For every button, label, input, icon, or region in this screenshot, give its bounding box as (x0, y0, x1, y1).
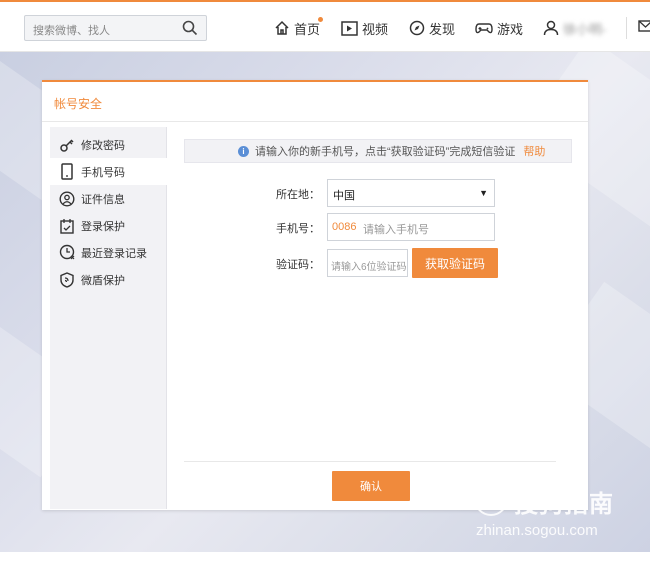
notification-dot (318, 17, 323, 22)
nav-discover[interactable]: 发现 (409, 18, 455, 38)
code-row: 验证码： 请输入6位验证码 获取验证码 (168, 248, 582, 278)
verification-code-input[interactable]: 请输入6位验证码 (327, 249, 408, 277)
sidebar-item-label: 微盾保护 (81, 274, 125, 287)
sidebar-item-login-protection[interactable]: 登录保护 (50, 212, 167, 239)
search-box[interactable]: 搜索微博、找人 (24, 15, 207, 41)
footer-divider (184, 461, 556, 462)
code-label: 验证码： (276, 259, 320, 271)
account-security-panel: 帐号安全 修改密码 手机号码 证件信息 登录保护 最近登录记录 微盾保护 i 请… (42, 80, 588, 510)
sidebar-item-change-password[interactable]: 修改密码 (50, 131, 167, 158)
nav-home-label: 首页 (294, 21, 321, 37)
sidebar-item-recent-logins[interactable]: 最近登录记录 (50, 239, 167, 266)
nav-video-label: 视频 (362, 21, 389, 37)
video-icon (341, 20, 358, 36)
id-card-icon (58, 190, 76, 208)
region-value: 中国 (333, 190, 355, 202)
region-label: 所在地： (276, 189, 320, 201)
phone-row: 手机号： 0086 请输入手机号 (168, 213, 582, 241)
sidebar-item-label: 手机号码 (81, 166, 125, 179)
sidebar-item-phone-number[interactable]: 手机号码 (50, 158, 168, 185)
watermark-logo-icon (474, 482, 508, 516)
settings-sidebar: 修改密码 手机号码 证件信息 登录保护 最近登录记录 微盾保护 (50, 127, 168, 509)
sidebar-item-label: 修改密码 (81, 139, 125, 152)
help-link[interactable]: 帮助 (523, 143, 545, 159)
get-code-button[interactable]: 获取验证码 (412, 248, 498, 278)
gamepad-icon (475, 23, 493, 34)
watermark-en: zhinan.sogou.com (476, 522, 598, 539)
phone-label: 手机号： (276, 223, 320, 235)
panel-title: 帐号安全 (54, 97, 103, 111)
home-icon (275, 20, 289, 35)
top-nav-bar: 搜索微博、找人 首页 视频 发现 游戏 徐小明- (0, 0, 650, 52)
message-icon[interactable] (638, 19, 650, 33)
calendar-check-icon (58, 217, 76, 235)
notice-text: 请输入你的新手机号，点击“获取验证码”完成短信验证 (255, 146, 516, 158)
nav-divider (626, 17, 627, 39)
sogou-watermark: 搜狗指南 zhinan.sogou.com (470, 478, 640, 548)
nav-profile[interactable]: 徐小明- (543, 18, 606, 38)
compass-icon (409, 20, 425, 36)
user-icon (543, 20, 559, 36)
dropdown-arrow-icon: ▼ (479, 188, 488, 198)
sidebar-item-label: 证件信息 (81, 193, 125, 206)
watermark-cn: 搜狗指南 (514, 491, 614, 518)
nav-discover-label: 发现 (429, 21, 456, 37)
info-icon: i (238, 145, 249, 157)
notice-bar: i 请输入你的新手机号，点击“获取验证码”完成短信验证 帮助 (184, 139, 572, 163)
phone-placeholder: 请输入手机号 (363, 224, 429, 236)
code-placeholder: 请输入6位验证码 (331, 262, 407, 273)
sidebar-item-weidun-protection[interactable]: 微盾保护 (50, 266, 167, 293)
region-row: 所在地： 中国 ▼ (168, 179, 582, 207)
phone-input[interactable]: 0086 请输入手机号 (327, 213, 495, 241)
key-icon (58, 136, 76, 154)
nav-video[interactable]: 视频 (341, 18, 388, 38)
phone-form-area: i 请输入你的新手机号，点击“获取验证码”完成短信验证 帮助 所在地： 中国 ▼… (168, 127, 582, 509)
bottom-strip (0, 552, 650, 566)
shield-icon (58, 271, 76, 289)
sidebar-item-id-info[interactable]: 证件信息 (50, 185, 167, 212)
clock-icon (58, 244, 76, 262)
search-placeholder: 搜索微博、找人 (33, 25, 110, 37)
country-code: 0086 (332, 221, 357, 233)
sidebar-item-label: 最近登录记录 (81, 247, 147, 260)
sidebar-item-label: 登录保护 (81, 220, 125, 233)
confirm-button[interactable]: 确认 (332, 471, 410, 501)
panel-header: 帐号安全 (42, 82, 588, 122)
nav-profile-label: 徐小明- (563, 21, 607, 37)
nav-games[interactable]: 游戏 (475, 18, 523, 38)
phone-icon (58, 163, 76, 181)
region-select[interactable]: 中国 ▼ (327, 179, 495, 207)
nav-games-label: 游戏 (497, 21, 524, 37)
search-icon[interactable] (182, 20, 198, 36)
nav-home[interactable]: 首页 (274, 17, 323, 38)
